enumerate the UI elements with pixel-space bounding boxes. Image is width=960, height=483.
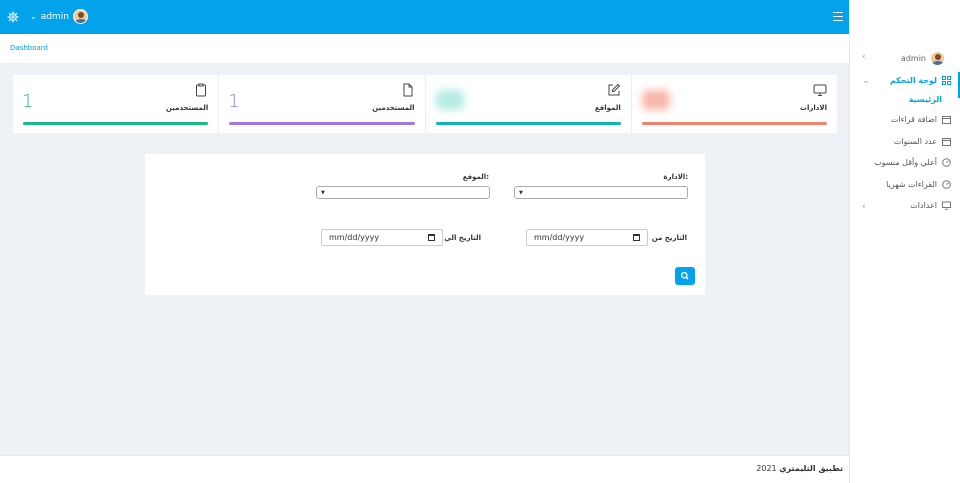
date-from-placeholder: mm/dd/yyyy	[534, 233, 585, 242]
date-from-input[interactable]: mm/dd/yyyy	[526, 229, 648, 246]
date-to-label: التاريخ الي	[444, 234, 481, 242]
sidebar-item-add-readings[interactable]: اضافة قراءات	[891, 115, 951, 124]
caret-down-icon: ▼	[321, 190, 325, 196]
calendar-icon	[942, 138, 951, 146]
sidebar-user[interactable]: admin	[901, 51, 945, 66]
filter-form: الادارة: ▼ الموقع: ▼ التاريخ من mm/dd/yy…	[145, 154, 705, 295]
admin-label: الادارة:	[663, 173, 688, 181]
sidebar-item-settings[interactable]: اعدادات	[910, 201, 951, 210]
progress-track	[435, 122, 621, 125]
gauge-icon	[942, 158, 951, 167]
sidebar-item-label: القراءات شهريا	[886, 180, 937, 189]
stat-card-sites: المواقع	[424, 75, 631, 133]
sidebar: ‹ admin ⌄ لوحة التحكم الرئيسية اضافة قرا…	[849, 0, 960, 483]
sidebar-item-levels[interactable]: أعلي وأقل منسوب	[874, 158, 951, 167]
date-to-input[interactable]: mm/dd/yyyy	[321, 229, 443, 246]
document-icon	[403, 83, 412, 97]
progress-track	[229, 122, 415, 125]
stat-label: الادارات	[799, 104, 827, 112]
footer-year: 2021	[756, 464, 777, 473]
footer: تطبيق التليمتري 2021	[0, 455, 849, 483]
stat-value-hidden	[641, 90, 670, 110]
site-select[interactable]: ▼	[316, 186, 490, 199]
hamburger-icon[interactable]	[833, 12, 843, 21]
user-menu[interactable]: ⌄ admin	[30, 9, 88, 24]
progress-fill	[641, 122, 827, 125]
progress-fill	[23, 122, 209, 125]
avatar	[930, 51, 945, 66]
gauge-icon	[942, 180, 951, 189]
progress-fill	[229, 122, 415, 125]
stat-value: 1	[228, 91, 240, 112]
stat-label: المواقع	[594, 104, 621, 112]
sidebar-item-label: اعدادات	[910, 201, 937, 210]
chevron-down-icon[interactable]: ⌄	[862, 76, 870, 86]
gear-icon[interactable]	[7, 11, 19, 23]
grid-icon	[942, 76, 951, 85]
sidebar-header	[850, 0, 960, 34]
search-button[interactable]	[675, 267, 695, 285]
calendar-icon	[942, 116, 951, 124]
sidebar-item-label: عدد السنوات	[893, 137, 937, 146]
breadcrumb-dashboard[interactable]: Dashboard	[10, 44, 48, 52]
footer-app-name: تطبيق التليمتري	[779, 464, 843, 473]
calendar-icon[interactable]	[428, 234, 435, 241]
clipboard-icon	[196, 83, 207, 97]
sidebar-subitem-home[interactable]: الرئيسية	[909, 95, 942, 104]
sidebar-item-monthly[interactable]: القراءات شهريا	[886, 180, 951, 189]
site-label: الموقع:	[462, 173, 489, 181]
stat-value-hidden	[435, 90, 464, 110]
search-icon	[680, 271, 689, 280]
sidebar-item-dashboard[interactable]: لوحة التحكم	[890, 76, 951, 85]
sidebar-item-label: لوحة التحكم	[889, 76, 937, 85]
footer-text: تطبيق التليمتري 2021	[756, 464, 843, 473]
breadcrumb: Dashboard	[0, 34, 849, 63]
stat-label: المستخدمين	[165, 104, 209, 112]
edit-icon	[608, 83, 620, 96]
chevron-down-icon: ⌄	[30, 12, 37, 21]
calendar-icon[interactable]	[633, 234, 640, 241]
sidebar-item-label: اضافة قراءات	[890, 115, 937, 124]
monitor-icon	[813, 84, 827, 96]
stat-card-departments: الادارات	[630, 75, 837, 133]
sidebar-user-name: admin	[900, 54, 926, 63]
stat-value: 1	[22, 91, 34, 112]
progress-fill	[435, 122, 621, 125]
monitor-icon	[942, 201, 951, 210]
chevron-left-icon[interactable]: ‹	[862, 202, 866, 212]
sidebar-item-label: أعلي وأقل منسوب	[874, 158, 937, 167]
stats-row: الادارات المواقع المستخدمين 1 المستخدمين…	[13, 75, 837, 133]
date-to-placeholder: mm/dd/yyyy	[329, 233, 380, 242]
date-from-label: التاريخ من	[651, 234, 687, 242]
sidebar-item-years[interactable]: عدد السنوات	[894, 137, 951, 146]
stat-card-users-2: المستخدمين 1	[13, 75, 218, 133]
admin-select[interactable]: ▼	[514, 186, 688, 199]
avatar	[72, 9, 88, 24]
progress-track	[641, 122, 827, 125]
caret-down-icon: ▼	[519, 190, 523, 196]
chevron-left-icon[interactable]: ‹	[862, 52, 866, 62]
stat-card-users: المستخدمين 1	[218, 75, 424, 133]
progress-track	[23, 122, 209, 125]
top-navbar: ⌄ admin	[0, 0, 849, 34]
stat-label: المستخدمين	[372, 104, 415, 112]
user-name: admin	[40, 11, 69, 22]
